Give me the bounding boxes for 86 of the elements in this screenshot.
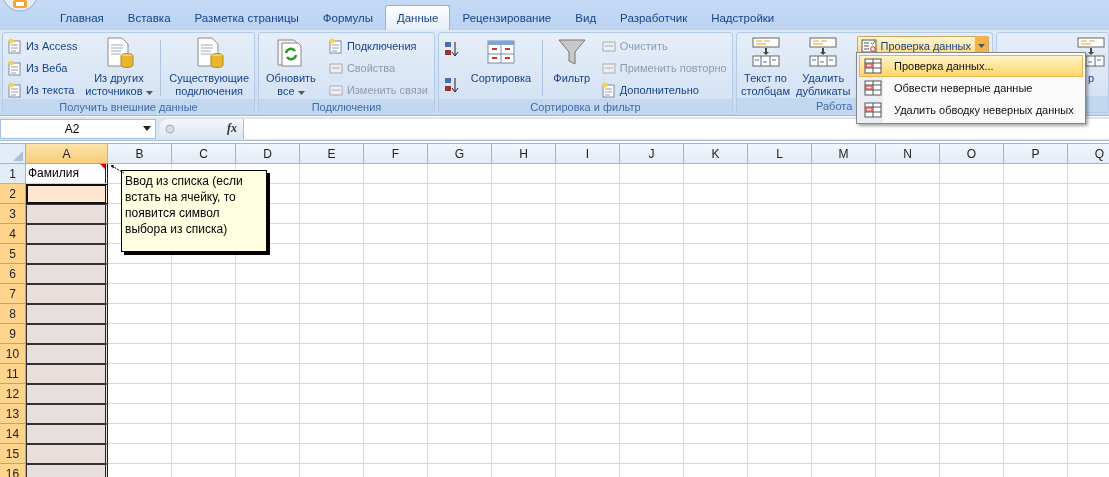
column-header[interactable]: I xyxy=(556,144,620,164)
row-header[interactable]: 11 xyxy=(0,364,26,384)
ribbon-button[interactable]: Из других источников xyxy=(84,36,154,98)
ribbon-button[interactable]: Из Access xyxy=(6,37,78,55)
row-header[interactable]: 9 xyxy=(0,324,26,344)
column-header[interactable]: P xyxy=(1004,144,1068,164)
table-icon xyxy=(864,80,882,96)
column-header[interactable]: N xyxy=(876,144,940,164)
row-header[interactable]: 1 xyxy=(0,164,26,184)
ribbon-tab[interactable]: Надстройки xyxy=(699,5,787,30)
columns-icon xyxy=(749,36,782,68)
comment-note: Ввод из списка (если встать на ячейку, то появится символ выбора из списка) xyxy=(121,170,267,252)
sort-button[interactable] xyxy=(444,76,461,94)
leader-line xyxy=(110,165,125,174)
column-header[interactable]: G xyxy=(428,144,492,164)
row-header[interactable]: 15 xyxy=(0,444,26,464)
row-header[interactable]: 10 xyxy=(0,344,26,364)
column-header[interactable]: A xyxy=(26,144,108,164)
menu-item[interactable]: Обвести неверные данные xyxy=(859,77,1083,99)
group-title: Подключения xyxy=(259,99,434,115)
ribbon-tab[interactable]: Вид xyxy=(563,5,609,30)
column-header[interactable]: M xyxy=(812,144,876,164)
row-header[interactable]: 8 xyxy=(0,304,26,324)
row-header[interactable]: 12 xyxy=(0,384,26,404)
ribbon-tab[interactable]: Разработчик xyxy=(608,5,700,30)
column-header[interactable]: B xyxy=(108,144,172,164)
data-source-icon xyxy=(327,38,344,54)
column-header[interactable]: O xyxy=(940,144,1004,164)
column-header[interactable]: K xyxy=(684,144,748,164)
ribbon-button[interactable]: Из текста xyxy=(6,81,78,99)
table-icon xyxy=(864,102,882,118)
data-source-icon xyxy=(600,82,617,98)
resize-handle-icon[interactable] xyxy=(165,123,175,134)
ribbon-button[interactable]: Обновить все xyxy=(265,36,317,98)
name-box[interactable]: A2 xyxy=(0,118,156,139)
ribbon-button[interactable]: Сортировка xyxy=(469,36,533,85)
ribbon-button[interactable]: Существующие подключения xyxy=(168,36,251,98)
column-header[interactable]: J xyxy=(620,144,684,164)
formula-field[interactable] xyxy=(243,118,1109,139)
group-title: Сортировка и фильтр xyxy=(439,99,732,115)
row-header[interactable]: 6 xyxy=(0,264,26,284)
ribbon-button[interactable]: Текст по столбцам xyxy=(740,36,791,98)
row-header[interactable]: 7 xyxy=(0,284,26,304)
ribbon-tab[interactable]: Вставка xyxy=(115,5,183,30)
column-header[interactable]: F xyxy=(364,144,428,164)
row-header[interactable]: 3 xyxy=(0,204,26,224)
row-header[interactable]: 5 xyxy=(0,244,26,264)
ribbon-button[interactable]: Дополнительно xyxy=(600,81,727,99)
column-header[interactable]: Q xyxy=(1068,144,1109,164)
column-header[interactable]: E xyxy=(300,144,364,164)
row-header[interactable]: 4 xyxy=(0,224,26,244)
ribbon-button[interactable]: Удалить дубликаты xyxy=(795,36,852,98)
ribbon-button[interactable]: Фильтр xyxy=(552,36,592,85)
row-header[interactable]: 2 xyxy=(0,184,26,204)
insert-function-button[interactable]: fx xyxy=(227,121,237,136)
row-header[interactable]: 14 xyxy=(0,424,26,444)
table-cell: Фамилия xyxy=(26,164,108,184)
ribbon-tab[interactable]: Главная xyxy=(48,5,116,30)
caret-icon xyxy=(297,91,305,95)
ribbon-tab[interactable]: Рецензирование xyxy=(450,5,564,30)
caret-icon xyxy=(143,126,151,131)
filter-icon xyxy=(555,36,588,68)
ribbon-button[interactable]: Подключения xyxy=(327,37,428,55)
column-header[interactable]: C xyxy=(172,144,236,164)
column-header[interactable]: D xyxy=(236,144,300,164)
caret-icon xyxy=(978,44,985,48)
columns-icon xyxy=(807,36,840,68)
row-header[interactable]: 13 xyxy=(0,404,26,424)
column-header[interactable]: L xyxy=(748,144,812,164)
group-title: Получить внешние данные xyxy=(3,99,254,115)
data-source-icon xyxy=(6,60,23,76)
ribbon-button[interactable]: Из Веба xyxy=(6,59,78,77)
select-all-button[interactable] xyxy=(0,144,26,164)
ribbon-tab[interactable]: Разметка страницы xyxy=(182,5,311,30)
sort-icon xyxy=(444,40,461,58)
sort-icon xyxy=(444,76,461,94)
sort-button[interactable] xyxy=(444,40,461,58)
triangle-icon xyxy=(13,151,23,161)
table-icon xyxy=(864,58,882,74)
data-source-icon xyxy=(6,38,23,54)
menu-item[interactable]: Проверка данных... xyxy=(859,55,1083,77)
caret-icon xyxy=(145,91,153,95)
ribbon-tab[interactable]: Формулы xyxy=(310,5,385,30)
ribbon-tab[interactable]: Данные xyxy=(384,5,451,30)
data-source-icon xyxy=(6,82,23,98)
column-header[interactable]: H xyxy=(492,144,556,164)
